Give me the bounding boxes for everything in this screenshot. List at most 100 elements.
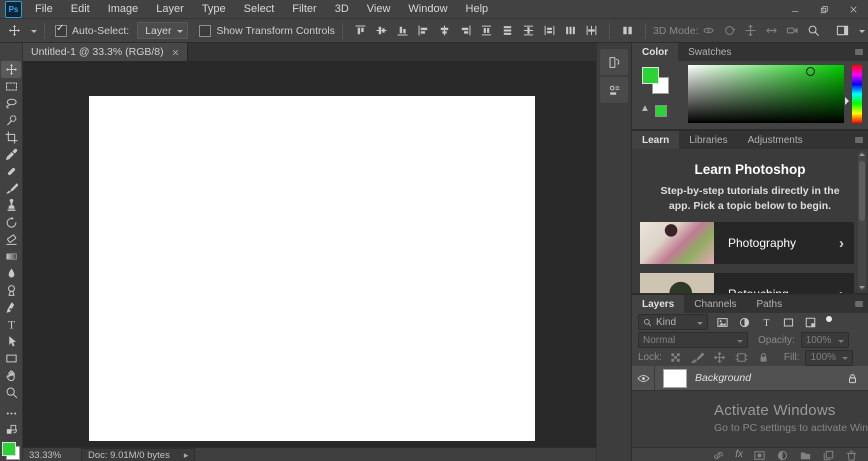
zoom-tool-button[interactable]: [1, 384, 21, 401]
gamut-safe-color-chip[interactable]: [655, 105, 667, 117]
layer-locked-indicator[interactable]: [846, 372, 859, 385]
clone-stamp-tool-button[interactable]: [1, 197, 21, 214]
brush-tool-button[interactable]: [1, 180, 21, 197]
foreground-background-swatches[interactable]: [2, 442, 20, 460]
spot-healing-brush-tool-button[interactable]: [1, 163, 21, 180]
pen-tool-button[interactable]: [1, 299, 21, 316]
auto-select-target-dropdown[interactable]: Layer: [137, 22, 189, 39]
new-adjustment-layer-button[interactable]: [776, 449, 789, 461]
learn-card-retouching[interactable]: Retouching ›: [640, 273, 854, 293]
history-brush-tool-button[interactable]: [1, 214, 21, 231]
workspace-switcher-button[interactable]: [832, 21, 853, 40]
hue-slider[interactable]: [852, 65, 862, 123]
menu-file[interactable]: File: [26, 0, 62, 18]
document-canvas[interactable]: [89, 96, 535, 441]
menu-filter[interactable]: Filter: [283, 0, 325, 18]
filter-kind-dropdown[interactable]: Kind: [638, 314, 708, 330]
tool-preset-caret-icon[interactable]: [31, 29, 37, 36]
scroll-down-icon[interactable]: [859, 286, 865, 289]
filter-toggle-light[interactable]: [826, 316, 832, 322]
minimize-button[interactable]: [781, 0, 810, 18]
eraser-tool-button[interactable]: [1, 231, 21, 248]
zoom-level-field[interactable]: 33.33%: [29, 450, 81, 461]
hand-tool-button[interactable]: [1, 367, 21, 384]
search-button[interactable]: [803, 21, 824, 40]
document-info[interactable]: Doc: 9.01M/0 bytes ▸: [81, 448, 196, 461]
new-layer-button[interactable]: [822, 449, 835, 461]
edit-toolbar-button[interactable]: [1, 405, 21, 422]
saturation-brightness-field[interactable]: [688, 65, 844, 123]
gradient-tool-button[interactable]: [1, 248, 21, 265]
canvas-pasteboard[interactable]: [23, 61, 596, 447]
layer-name[interactable]: Background: [695, 372, 846, 384]
distribute-horizontal-centers-button[interactable]: [560, 21, 581, 40]
align-right-edges-button[interactable]: [455, 21, 476, 40]
filter-smart-objects-button[interactable]: [802, 314, 818, 330]
path-selection-tool-button[interactable]: [1, 333, 21, 350]
show-transform-checkbox[interactable]: [199, 24, 212, 37]
blur-tool-button[interactable]: [1, 265, 21, 282]
menu-edit[interactable]: Edit: [62, 0, 99, 18]
scrollbar-thumb[interactable]: [859, 161, 865, 221]
learn-scrollbar[interactable]: [858, 151, 866, 291]
distribute-top-edges-button[interactable]: [476, 21, 497, 40]
move-tool-button[interactable]: [1, 61, 21, 78]
workspace-caret-icon[interactable]: [859, 29, 866, 36]
distribute-bottom-edges-button[interactable]: [518, 21, 539, 40]
align-left-edges-button[interactable]: [413, 21, 434, 40]
lasso-tool-button[interactable]: [1, 95, 21, 112]
current-tool-preview[interactable]: [4, 21, 25, 40]
quick-selection-tool-button[interactable]: [1, 112, 21, 129]
tab-swatches[interactable]: Swatches: [678, 43, 741, 61]
tab-color[interactable]: Color: [632, 43, 679, 61]
history-panel-button[interactable]: [600, 49, 628, 75]
align-horizontal-centers-button[interactable]: [434, 21, 455, 40]
filter-shape-layers-button[interactable]: [780, 314, 796, 330]
align-bottom-edges-button[interactable]: [392, 21, 413, 40]
distribute-vertical-centers-button[interactable]: [497, 21, 518, 40]
align-top-edges-button[interactable]: [350, 21, 371, 40]
auto-select-checkbox[interactable]: [55, 23, 67, 37]
learn-panel-menu-button[interactable]: [854, 135, 864, 145]
filter-adjustment-layers-button[interactable]: [736, 314, 752, 330]
document-tab[interactable]: Untitled-1 @ 33.3% (RGB/8): [23, 43, 188, 61]
eyedropper-tool-button[interactable]: [1, 146, 21, 163]
align-vertical-centers-button[interactable]: [371, 21, 392, 40]
menu-image[interactable]: Image: [99, 0, 148, 18]
color-picker-ring-icon[interactable]: [806, 67, 815, 76]
filter-pixel-layers-button[interactable]: [714, 314, 730, 330]
crop-tool-button[interactable]: [1, 129, 21, 146]
layer-row-background[interactable]: Background: [632, 366, 868, 391]
menu-type[interactable]: Type: [193, 0, 235, 18]
tab-adjustments[interactable]: Adjustments: [738, 131, 813, 149]
filter-type-layers-button[interactable]: T: [758, 314, 774, 330]
layer-visibility-toggle[interactable]: [632, 366, 655, 390]
tab-learn[interactable]: Learn: [632, 131, 680, 149]
color-panel-menu-button[interactable]: [854, 47, 864, 57]
menu-view[interactable]: View: [358, 0, 400, 18]
foreground-color-swatch[interactable]: [2, 442, 16, 456]
auto-align-layers-button[interactable]: [617, 21, 638, 40]
foreground-color-swatch-large[interactable]: [642, 67, 659, 84]
layer-thumbnail[interactable]: [663, 368, 687, 388]
layers-panel-menu-button[interactable]: [854, 299, 864, 309]
distribute-left-edges-button[interactable]: [539, 21, 560, 40]
distribute-right-edges-button[interactable]: [581, 21, 602, 40]
rectangular-marquee-tool-button[interactable]: [1, 78, 21, 95]
properties-panel-button[interactable]: [600, 77, 628, 103]
menu-layer[interactable]: Layer: [147, 0, 193, 18]
menu-help[interactable]: Help: [457, 0, 498, 18]
restore-button[interactable]: [810, 0, 839, 18]
menu-3d[interactable]: 3D: [326, 0, 358, 18]
tab-libraries[interactable]: Libraries: [679, 131, 737, 149]
layer-style-button[interactable]: fx: [735, 450, 743, 460]
dodge-tool-button[interactable]: [1, 282, 21, 299]
type-tool-button[interactable]: T: [1, 316, 21, 333]
close-button[interactable]: [839, 0, 868, 18]
rectangle-tool-button[interactable]: [1, 350, 21, 367]
tab-close-icon[interactable]: [172, 49, 179, 56]
menu-select[interactable]: Select: [235, 0, 284, 18]
scroll-up-icon[interactable]: [859, 153, 865, 156]
add-layer-mask-button[interactable]: [753, 449, 766, 461]
delete-layer-button[interactable]: [845, 449, 858, 461]
